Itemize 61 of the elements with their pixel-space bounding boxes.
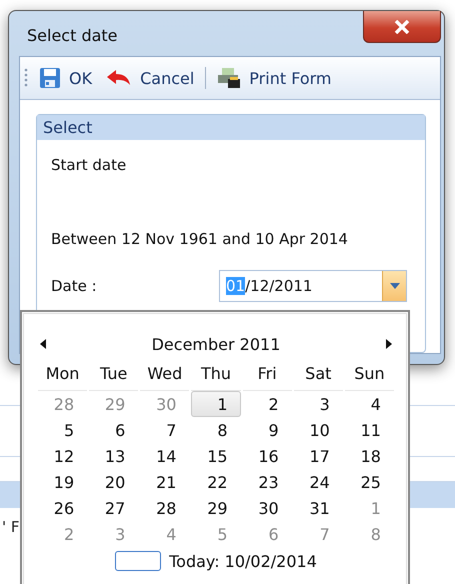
day-cell[interactable]: 18	[344, 443, 394, 469]
day-cell[interactable]: 4	[344, 391, 394, 417]
next-month-button[interactable]	[384, 337, 394, 351]
dropdown-button[interactable]	[382, 271, 406, 301]
day-cell[interactable]: 14	[140, 443, 190, 469]
window-title: Select date	[27, 26, 118, 45]
weekday-label: Mon	[38, 364, 88, 391]
caret-icon	[390, 283, 400, 289]
weekday-label: Sat	[294, 364, 343, 391]
toolbar-button[interactable]: Cancel	[103, 66, 198, 90]
background-text-fragment: ' F	[1, 518, 20, 536]
date-label: Date :	[51, 277, 97, 295]
day-cell[interactable]: 11	[344, 417, 394, 443]
day-cell[interactable]: 29	[191, 495, 241, 521]
close-icon	[394, 20, 410, 34]
day-cell[interactable]: 20	[89, 469, 138, 495]
toolbar-button[interactable]: OK	[36, 65, 96, 91]
day-cell[interactable]: 12	[38, 443, 88, 469]
weekday-label: Fri	[242, 364, 292, 391]
day-cell[interactable]: 16	[242, 443, 292, 469]
day-cell[interactable]: 21	[140, 469, 190, 495]
day-cell[interactable]: 2	[242, 391, 292, 417]
group-title: Select	[37, 115, 425, 140]
previous-month-button[interactable]	[38, 337, 48, 351]
day-cell[interactable]: 7	[140, 417, 190, 443]
date-combo[interactable]: 01/12/2011	[219, 270, 407, 302]
day-cell[interactable]: 13	[89, 443, 138, 469]
day-cell[interactable]: 6	[89, 417, 138, 443]
right-triangle-icon	[386, 339, 392, 349]
day-cell[interactable]: 28	[140, 495, 190, 521]
printer-icon	[217, 67, 242, 89]
weekday-label: Wed	[140, 364, 190, 391]
day-cell[interactable]: 22	[191, 469, 241, 495]
date-value: 01/12/2011	[225, 277, 314, 295]
day-cell[interactable]: 10	[294, 417, 343, 443]
toolbar-button[interactable]: Print Form	[214, 65, 334, 91]
range-label: Between 12 Nov 1961 and 10 Apr 2014	[51, 230, 349, 248]
today-link[interactable]: Today: 10/02/2014	[169, 552, 317, 570]
day-cell[interactable]: 24	[294, 469, 343, 495]
weekday-label: Sun	[344, 364, 394, 391]
day-cell[interactable]: 23	[242, 469, 292, 495]
day-cell[interactable]: 27	[89, 495, 138, 521]
month-title: December 2011	[152, 334, 280, 354]
grip-icon	[24, 67, 28, 89]
heading-label: Start date	[51, 156, 128, 174]
day-cell[interactable]: 8	[191, 417, 241, 443]
day-cell[interactable]: 3	[294, 391, 343, 417]
today-marker	[115, 551, 162, 571]
left-triangle-icon	[40, 339, 46, 349]
day-cell[interactable]: 9	[242, 417, 292, 443]
day-cell[interactable]: 15	[191, 443, 241, 469]
day-cell[interactable]: 30	[242, 495, 292, 521]
day-cell[interactable]: 17	[294, 443, 343, 469]
day-cell[interactable]: 19	[38, 469, 88, 495]
day-cell[interactable]: 31	[294, 495, 343, 521]
day-cell[interactable]: 26	[38, 495, 88, 521]
day-cell[interactable]: 25	[344, 469, 394, 495]
day-cell[interactable]: 1	[191, 391, 241, 417]
weekday-label: Tue	[89, 364, 138, 391]
day-cell[interactable]: 5	[38, 417, 88, 443]
close-button[interactable]	[363, 11, 441, 43]
